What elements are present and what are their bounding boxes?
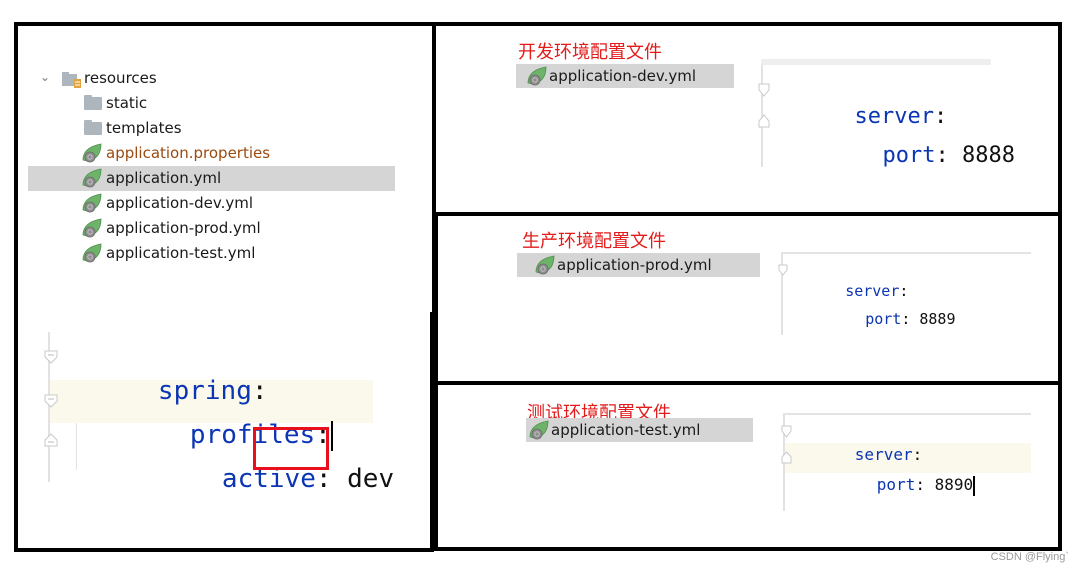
chevron-down-icon[interactable]: ⌄	[40, 70, 50, 84]
tree-item-label: static	[106, 94, 148, 112]
file-tab-application-test-yml[interactable]: application-test.yml	[526, 418, 753, 442]
yaml-line-port: port: 8889	[865, 310, 956, 328]
file-tab-label: application-prod.yml	[557, 256, 712, 274]
fold-end-marker-icon[interactable]	[781, 451, 792, 464]
fold-marker-icon[interactable]	[44, 394, 58, 408]
spring-leaf-icon	[534, 255, 556, 275]
file-tab-label: application-dev.yml	[549, 67, 697, 85]
editor-top-border	[781, 252, 1031, 254]
yaml-key: port	[876, 475, 916, 494]
watermark: CSDN @Flying`	[990, 551, 1069, 563]
tree-item-label: application.yml	[106, 169, 222, 187]
yaml-key: port	[882, 143, 936, 168]
yaml-value-port: 8889	[919, 310, 956, 328]
file-tab-application-prod-yml[interactable]: application-prod.yml	[517, 253, 760, 277]
yaml-line-port: port: 8888	[882, 143, 1015, 168]
spring-leaf-icon	[81, 143, 103, 163]
folder-icon	[84, 95, 102, 110]
fold-marker-icon[interactable]	[778, 264, 788, 276]
spring-leaf-icon	[81, 243, 103, 263]
resources-folder-icon	[62, 72, 82, 88]
dev-profile-caption: 开发环境配置文件	[518, 42, 662, 63]
file-tab-application-dev-yml[interactable]: application-dev.yml	[516, 64, 734, 88]
spring-leaf-icon	[81, 168, 103, 188]
main-yaml-panel: spring: profiles: active: dev	[14, 312, 434, 552]
main-yaml-editor[interactable]: spring: profiles: active: dev	[18, 312, 418, 494]
editor-top-border	[761, 59, 991, 65]
yaml-value-active-profile: dev	[347, 464, 395, 494]
dev-yaml-editor[interactable]: server: port: 8888	[758, 59, 1015, 169]
dev-profile-panel: 开发环境配置文件 application-dev.yml server: por…	[432, 22, 1062, 216]
prod-profile-panel: 生产环境配置文件 application-prod.yml server: po…	[434, 212, 1062, 385]
editor-top-border	[783, 413, 1031, 415]
fold-marker-icon[interactable]	[44, 350, 58, 364]
fold-marker-icon[interactable]	[781, 425, 792, 438]
tree-item-label: application.properties	[106, 144, 271, 162]
test-profile-panel: 测试环境配置文件 application-test.yml server: po…	[434, 381, 1062, 551]
fold-end-marker-icon[interactable]	[758, 114, 770, 128]
tree-item-label: application-dev.yml	[106, 194, 254, 212]
spring-leaf-icon	[81, 218, 103, 238]
yaml-value-port: 8888	[961, 143, 1015, 168]
tree-item-label: application-prod.yml	[106, 219, 261, 237]
spring-leaf-icon	[526, 66, 548, 86]
project-tree-panel: ⌄ resources static templates application…	[14, 22, 436, 318]
file-tab-label: application-test.yml	[551, 421, 701, 439]
tree-item-label: application-test.yml	[106, 244, 256, 262]
yaml-key: port	[865, 310, 902, 328]
spring-leaf-icon	[528, 420, 550, 440]
prod-yaml-editor[interactable]: server: port: 8889	[778, 252, 1031, 337]
fold-marker-icon[interactable]	[758, 83, 770, 97]
folder-icon	[84, 120, 102, 135]
fold-end-marker-icon[interactable]	[44, 433, 58, 447]
spring-leaf-icon	[81, 193, 103, 213]
tree-item-label: templates	[106, 119, 182, 137]
yaml-value-port: 8890	[934, 475, 974, 494]
yaml-line-port: port: 8890	[876, 475, 976, 496]
active-profile-highlight-box	[253, 427, 329, 470]
text-caret	[973, 475, 976, 496]
prod-profile-caption: 生产环境配置文件	[522, 231, 666, 252]
test-yaml-editor[interactable]: server: port: 8890	[781, 413, 1031, 513]
tree-item-label: resources	[84, 69, 157, 87]
